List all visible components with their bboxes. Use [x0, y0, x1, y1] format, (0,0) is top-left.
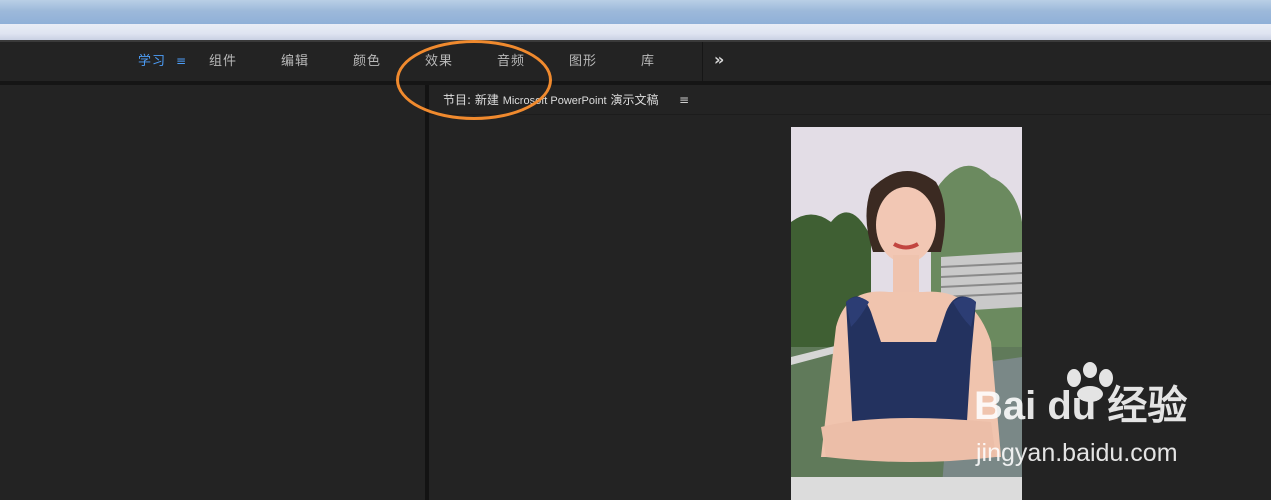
program-title-suffix: 演示文稿 — [606, 93, 659, 107]
tab-menu-icon[interactable]: ≡ — [176, 54, 187, 68]
tab-learn[interactable]: 学习 — [138, 52, 166, 72]
tab-editing[interactable]: 编辑 — [281, 52, 309, 72]
baidu-watermark: Bai du 经验 jingyan.baidu.com — [970, 362, 1210, 472]
watermark-url: jingyan.baidu.com — [976, 439, 1178, 467]
watermark-brand: Bai du 经验 — [974, 384, 1188, 428]
window-menu-strip — [0, 24, 1271, 40]
tab-color[interactable]: 颜色 — [353, 52, 381, 72]
tab-libraries[interactable]: 库 — [641, 52, 655, 72]
panel-header-divider — [429, 114, 1271, 115]
highlight-circle-annotation — [396, 40, 552, 120]
tab-graphics[interactable]: 图形 — [569, 52, 597, 72]
workspace-tabbar: 学习 ≡ 组件 编辑 颜色 效果 音频 图形 库 » — [0, 42, 1271, 81]
double-chevron-right-icon[interactable]: » — [714, 50, 724, 70]
window-title-strip — [0, 0, 1271, 24]
hamburger-icon[interactable]: ≡ — [679, 93, 689, 107]
source-panel — [0, 85, 425, 500]
tab-assembly[interactable]: 组件 — [209, 52, 237, 72]
tabbar-separator — [702, 42, 703, 81]
